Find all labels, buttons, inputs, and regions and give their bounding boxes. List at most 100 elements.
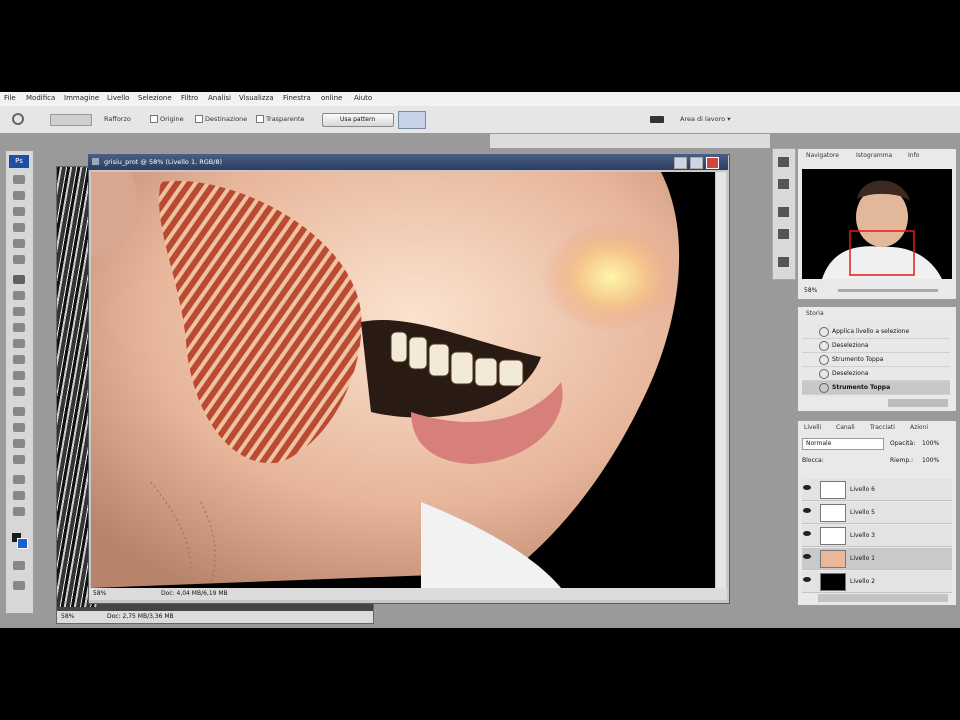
tab-navigator[interactable]: Navigatore — [806, 152, 839, 159]
history-panel-icon[interactable] — [778, 157, 789, 167]
tab-actions[interactable]: Azioni — [910, 424, 928, 431]
selection-mode-icons[interactable] — [50, 114, 92, 126]
pattern-picker[interactable] — [398, 111, 426, 129]
zoom-tool-icon[interactable] — [13, 507, 25, 516]
menu-analisi[interactable]: Analisi — [208, 94, 231, 102]
menu-visualizza[interactable]: Visualizza — [239, 94, 273, 102]
layer-actions-bar[interactable] — [818, 594, 948, 602]
history-item[interactable]: Strumento Toppa — [802, 353, 950, 367]
paragraph-panel-icon[interactable] — [778, 229, 789, 239]
menu-immagine[interactable]: Immagine — [64, 94, 99, 102]
visibility-eye-icon[interactable] — [803, 554, 811, 559]
menu-file[interactable]: File — [4, 94, 16, 102]
clone-stamp-tool-icon[interactable] — [13, 307, 25, 316]
blend-mode-select[interactable]: Normale — [802, 438, 884, 450]
use-pattern-button[interactable]: Usa pattern — [322, 113, 394, 127]
zombie-face-image — [91, 172, 715, 588]
navigator-zoom[interactable]: 58% — [804, 287, 817, 294]
tab-paths[interactable]: Tracciati — [870, 424, 895, 431]
magic-wand-tool-icon[interactable] — [13, 223, 25, 232]
opacity-label: Opacità: — [890, 440, 916, 447]
layer-row-active[interactable]: Livello 1 — [802, 548, 952, 570]
patch-tool-active-icon[interactable] — [13, 275, 25, 284]
navigator-zoom-slider[interactable] — [838, 289, 938, 292]
background-color-swatch[interactable] — [17, 538, 28, 549]
history-step-icon — [819, 383, 829, 393]
tab-history[interactable]: Storia — [806, 310, 824, 317]
layer-thumbnail — [820, 504, 846, 522]
dodge-tool-icon[interactable] — [13, 387, 25, 396]
tab-channels[interactable]: Canali — [836, 424, 855, 431]
close-icon[interactable] — [706, 157, 719, 169]
vertical-scrollbar[interactable] — [716, 172, 726, 588]
background-zoom-level[interactable]: 58% — [61, 613, 74, 620]
history-item[interactable]: Deseleziona — [802, 367, 950, 381]
menu-livello[interactable]: Livello — [107, 94, 129, 102]
image-canvas[interactable] — [91, 172, 715, 588]
history-brush-tool-icon[interactable] — [13, 323, 25, 332]
trasparente-option[interactable]: Trasparente — [256, 115, 304, 123]
lasso-tool-icon[interactable] — [13, 207, 25, 216]
tab-layers[interactable]: Livelli — [804, 424, 821, 431]
crop-tool-icon[interactable] — [13, 239, 25, 248]
visibility-eye-icon[interactable] — [803, 485, 811, 490]
origine-option[interactable]: Origine — [150, 115, 184, 123]
workspace-menu[interactable]: Area di lavoro ▾ — [680, 115, 731, 123]
menu-modifica[interactable]: Modifica — [26, 94, 55, 102]
fill-input[interactable]: 100% — [922, 457, 939, 464]
navigator-preview[interactable] — [802, 169, 952, 279]
visibility-eye-icon[interactable] — [803, 531, 811, 536]
character-panel-icon[interactable] — [778, 207, 789, 217]
history-item-label: Strumento Toppa — [832, 384, 891, 391]
visibility-eye-icon[interactable] — [803, 577, 811, 582]
menu-finestra[interactable]: Finestra — [283, 94, 311, 102]
history-actions[interactable] — [888, 399, 948, 407]
tools-panel: Ps — [5, 150, 34, 614]
gradient-tool-icon[interactable] — [13, 355, 25, 364]
brushes-panel-icon[interactable] — [778, 257, 789, 267]
type-tool-icon[interactable] — [13, 423, 25, 432]
history-item[interactable]: Deseleziona — [802, 339, 950, 353]
menu-filtro[interactable]: Filtro — [181, 94, 198, 102]
quick-mask-icon[interactable] — [13, 561, 25, 570]
path-selection-tool-icon[interactable] — [13, 439, 25, 448]
layer-thumbnail — [820, 573, 846, 591]
origine-label: Origine — [160, 115, 184, 123]
layer-row[interactable]: Livello 3 — [802, 525, 952, 547]
tab-info[interactable]: Info — [908, 152, 919, 159]
hand-tool-icon[interactable] — [13, 491, 25, 500]
brush-tool-icon[interactable] — [13, 291, 25, 300]
destinazione-option[interactable]: Destinazione — [195, 115, 247, 123]
marquee-tool-icon[interactable] — [13, 191, 25, 200]
patch-tool-icon[interactable] — [12, 113, 24, 125]
photoshop-logo: Ps — [9, 155, 29, 168]
history-item-selected[interactable]: Strumento Toppa — [802, 381, 950, 395]
destinazione-radio-icon[interactable] — [195, 115, 203, 123]
shape-tool-icon[interactable] — [13, 455, 25, 464]
maximize-icon[interactable] — [690, 157, 703, 169]
zoom-level[interactable]: 58% — [93, 590, 106, 597]
tab-histogram[interactable]: Istogramma — [856, 152, 892, 159]
3d-tool-icon[interactable] — [13, 475, 25, 484]
history-item[interactable]: Applica livello a selezione — [802, 325, 950, 339]
menu-selezione[interactable]: Selezione — [138, 94, 172, 102]
blur-tool-icon[interactable] — [13, 371, 25, 380]
menu-aiuto[interactable]: Aiuto — [354, 94, 372, 102]
menu-online[interactable]: online — [321, 94, 342, 102]
visibility-eye-icon[interactable] — [803, 508, 811, 513]
history-panel: Storia Applica livello a selezione Desel… — [797, 306, 957, 412]
layer-row[interactable]: Livello 6 — [802, 479, 952, 501]
screen-mode-icon[interactable] — [13, 581, 25, 590]
layer-row[interactable]: Livello 5 — [802, 502, 952, 524]
document-titlebar[interactable]: grisiu_prot @ 58% (Livello 1, RGB/8) — [88, 154, 728, 170]
eraser-tool-icon[interactable] — [13, 339, 25, 348]
eyedropper-tool-icon[interactable] — [13, 255, 25, 264]
pen-tool-icon[interactable] — [13, 407, 25, 416]
minimize-icon[interactable] — [674, 157, 687, 169]
opacity-input[interactable]: 100% — [922, 440, 939, 447]
move-tool-icon[interactable] — [13, 175, 25, 184]
trasparente-checkbox-icon[interactable] — [256, 115, 264, 123]
actions-panel-icon[interactable] — [778, 179, 789, 189]
origine-radio-icon[interactable] — [150, 115, 158, 123]
layer-row[interactable]: Livello 2 — [802, 571, 952, 593]
